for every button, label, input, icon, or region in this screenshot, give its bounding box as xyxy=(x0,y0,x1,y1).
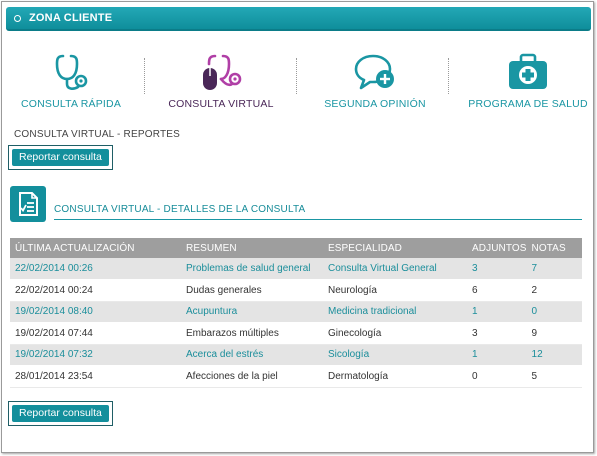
cell-last-update: 19/02/2014 07:44 xyxy=(10,322,181,345)
table-row[interactable]: 19/02/2014 08:40 Acupuntura Medicina tra… xyxy=(10,301,582,323)
document-check-icon xyxy=(10,186,46,222)
column-header-attachments[interactable]: ADJUNTOS xyxy=(467,238,527,258)
table-header-row: ÚLTIMA ACTUALIZACIÓN RESUMEN ESPECIALIDA… xyxy=(10,238,582,258)
cell-specialty: Neurología xyxy=(323,279,467,302)
service-divider xyxy=(296,58,297,94)
cell-specialty[interactable]: Sicología xyxy=(323,344,467,366)
cell-summary[interactable]: Acerca del estrés xyxy=(181,344,323,366)
cell-notes[interactable]: 0 xyxy=(526,301,582,323)
header-title: ZONA CLIENTE xyxy=(29,12,113,24)
cell-attachments[interactable]: 3 xyxy=(467,258,527,280)
cell-last-update[interactable]: 22/02/2014 00:26 xyxy=(10,258,181,280)
details-title: CONSULTA VIRTUAL - DETALLES DE LA CONSUL… xyxy=(54,204,306,215)
cell-summary: Dudas generales xyxy=(181,279,323,302)
stethoscope-mouse-icon xyxy=(203,54,242,90)
header-bar: ZONA CLIENTE xyxy=(6,7,591,31)
cell-notes: 9 xyxy=(526,322,582,345)
cell-attachments[interactable]: 1 xyxy=(467,301,527,323)
cell-attachments[interactable]: 1 xyxy=(467,344,527,366)
cell-attachments: 6 xyxy=(467,279,527,302)
consultations-table: ÚLTIMA ACTUALIZACIÓN RESUMEN ESPECIALIDA… xyxy=(10,238,582,388)
column-header-specialty[interactable]: ESPECIALIDAD xyxy=(323,238,467,258)
service-divider xyxy=(144,58,145,94)
cell-specialty[interactable]: Consulta Virtual General xyxy=(323,258,467,280)
service-label: PROGRAMA DE SALUD xyxy=(468,98,588,110)
service-label: CONSULTA RÁPIDA xyxy=(20,98,122,110)
table-row[interactable]: 19/02/2014 07:32 Acerca del estrés Sicol… xyxy=(10,344,582,366)
details-divider xyxy=(54,219,582,220)
service-consulta-virtual[interactable]: CONSULTA VIRTUAL xyxy=(162,52,280,114)
medical-kit-icon xyxy=(509,53,547,89)
cell-last-update[interactable]: 19/02/2014 07:32 xyxy=(10,344,181,366)
cell-notes[interactable]: 12 xyxy=(526,344,582,366)
stethoscope-icon xyxy=(55,54,88,90)
service-label: CONSULTA VIRTUAL xyxy=(168,98,274,110)
report-button-frame: Reportar consulta xyxy=(8,145,113,170)
service-segunda-opinion[interactable]: SEGUNDA OPINIÓN xyxy=(316,52,434,114)
column-header-summary[interactable]: RESUMEN xyxy=(181,238,323,258)
service-divider xyxy=(448,58,449,94)
cell-last-update[interactable]: 19/02/2014 08:40 xyxy=(10,301,181,323)
cell-specialty[interactable]: Medicina tradicional xyxy=(323,301,467,323)
cell-attachments: 0 xyxy=(467,365,527,388)
cell-last-update: 22/02/2014 00:24 xyxy=(10,279,181,302)
report-consultation-button-bottom[interactable]: Reportar consulta xyxy=(12,405,109,422)
cell-specialty: Dermatología xyxy=(323,365,467,388)
client-zone-panel: ZONA CLIENTE CONSULTA RÁPIDA CONSULTA VI… xyxy=(1,1,594,453)
cell-notes: 2 xyxy=(526,279,582,302)
table-row: 28/01/2014 23:54 Afecciones de la piel D… xyxy=(10,365,582,388)
cell-last-update: 28/01/2014 23:54 xyxy=(10,365,181,388)
cell-notes[interactable]: 7 xyxy=(526,258,582,280)
cell-summary: Embarazos múltiples xyxy=(181,322,323,345)
cell-summary[interactable]: Acupuntura xyxy=(181,301,323,323)
column-header-notes[interactable]: NOTAS xyxy=(527,238,582,258)
service-label: SEGUNDA OPINIÓN xyxy=(324,98,426,110)
table-row[interactable]: 22/02/2014 00:26 Problemas de salud gene… xyxy=(10,258,582,280)
table-row: 19/02/2014 07:44 Embarazos múltiples Gin… xyxy=(10,322,582,345)
service-programa-de-salud[interactable]: PROGRAMA DE SALUD xyxy=(468,52,588,114)
cell-attachments: 3 xyxy=(467,322,527,345)
cell-specialty: Ginecología xyxy=(323,322,467,345)
table-row: 22/02/2014 00:24 Dudas generales Neurolo… xyxy=(10,279,582,302)
report-consultation-button-top[interactable]: Reportar consulta xyxy=(12,149,109,166)
speech-bubble-plus-icon xyxy=(354,54,394,90)
cell-summary: Afecciones de la piel xyxy=(181,365,323,388)
service-consulta-rapida[interactable]: CONSULTA RÁPIDA xyxy=(14,52,128,114)
column-header-last-update[interactable]: ÚLTIMA ACTUALIZACIÓN xyxy=(10,238,181,258)
cell-summary[interactable]: Problemas de salud general xyxy=(181,258,323,280)
section-title: CONSULTA VIRTUAL - REPORTES xyxy=(14,129,180,140)
report-button-frame: Reportar consulta xyxy=(8,401,113,426)
cell-notes: 5 xyxy=(526,365,582,388)
header-bullet-icon xyxy=(14,15,21,22)
